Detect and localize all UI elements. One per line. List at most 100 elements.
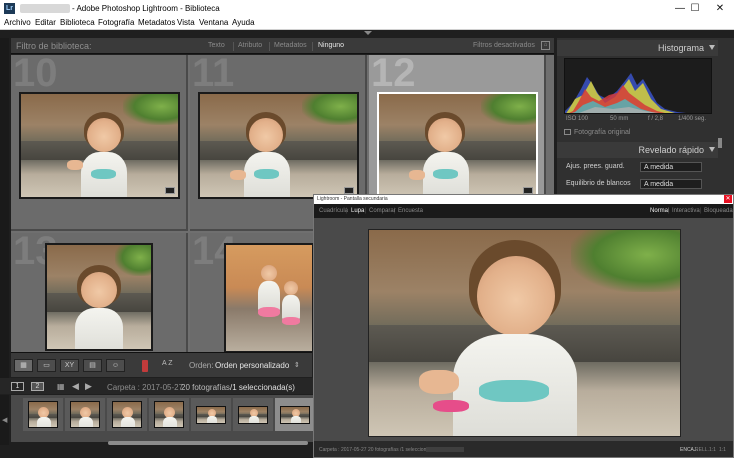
photo-thumbnail[interactable] — [377, 92, 538, 199]
shutter-speed: 1/400 seg. — [678, 116, 707, 122]
quick-develop-title: Revelado rápido — [638, 145, 704, 155]
filmstrip-selected: /1 seleccionada(s) — [230, 383, 295, 392]
mode-interactiva[interactable]: Interactiva — [672, 208, 700, 214]
maximize-button[interactable]: ☐ — [681, 1, 709, 16]
photo-thumbnail[interactable] — [28, 401, 58, 428]
menu-bar: Archivo Editar Biblioteca Fotografía Met… — [0, 17, 734, 30]
library-filter-bar: Filtro de biblioteca: Texto Atributo Met… — [11, 38, 554, 54]
cell-index: 10 — [13, 55, 58, 95]
filter-separator — [312, 42, 313, 51]
checkbox-icon[interactable] — [564, 129, 571, 136]
filter-option-texto[interactable]: Texto — [208, 42, 225, 49]
grid-cell[interactable]: 10 — [11, 55, 188, 231]
loupe-photo[interactable] — [368, 229, 681, 437]
painter-spray-icon[interactable] — [142, 360, 148, 372]
filmstrip — [11, 395, 313, 442]
secondary-title: Lightroom - Pantalla secundaria — [317, 196, 388, 202]
white-balance-dropdown[interactable]: A medida — [640, 179, 702, 189]
main-screen-button[interactable]: 1 — [11, 382, 24, 391]
row-label: Ajus. prees. guard. — [566, 163, 625, 170]
photo-thumbnail[interactable] — [112, 401, 142, 428]
zoom-rell[interactable]: RELL. — [695, 447, 709, 453]
photo-thumbnail[interactable] — [196, 406, 226, 424]
chevron-down-icon[interactable]: ⇕ — [294, 361, 300, 369]
view-encuesta[interactable]: Encuesta — [398, 208, 423, 214]
zoom-1-1[interactable]: 1:1 — [709, 447, 716, 453]
secondary-close-button[interactable]: ✕ — [724, 195, 732, 203]
menu-metadatos[interactable]: Metadatos — [138, 18, 175, 27]
mode-normal[interactable]: Normal — [650, 208, 669, 214]
filmstrip-scrollbar[interactable] — [108, 441, 308, 445]
iso-value: ISO 100 — [566, 116, 589, 122]
histogram-graph — [565, 73, 686, 113]
lock-icon[interactable]: ⌂ — [541, 41, 550, 50]
photo-thumbnail[interactable] — [154, 401, 184, 428]
view-lupa[interactable]: Lupa — [351, 208, 364, 214]
secondary-view-nav: Cuadrícula | Lupa | Comparar | Encuesta … — [314, 204, 733, 218]
view-cuadricula[interactable]: Cuadrícula — [319, 208, 348, 214]
right-panel-scrollbar[interactable] — [718, 138, 722, 148]
original-photo-toggle[interactable]: Fotografía original — [564, 129, 630, 136]
people-view-icon[interactable]: ☺ — [106, 359, 125, 372]
sort-dropdown[interactable]: Orden personalizado — [215, 361, 289, 370]
zoom-custom[interactable]: 1:1 — [719, 447, 726, 453]
filmstrip-thumb[interactable] — [233, 398, 273, 431]
filter-option-metadatos[interactable]: Metadatos — [274, 42, 307, 49]
back-arrow-icon[interactable]: ◀ — [72, 381, 79, 392]
filmstrip-thumb[interactable] — [191, 398, 231, 431]
menu-fotografia[interactable]: Fotografía — [98, 18, 134, 27]
filter-status[interactable]: Filtros desactivados — [473, 42, 535, 49]
grid-cell[interactable]: 13 — [11, 229, 188, 352]
top-panel-toggle-icon[interactable] — [364, 31, 372, 35]
quick-develop-preset-row: Ajus. prees. guard. A medida — [562, 161, 714, 173]
secondary-screen-button[interactable]: 2 — [31, 382, 44, 391]
chevron-left-icon[interactable]: ◀ — [2, 416, 7, 424]
histogram-header[interactable]: Histograma — [557, 40, 718, 56]
photo-thumbnail[interactable] — [19, 92, 180, 199]
survey-view-icon[interactable]: ▤ — [83, 359, 102, 372]
histogram — [564, 58, 712, 114]
badge-icon — [523, 187, 533, 194]
photo-thumbnail[interactable] — [45, 243, 153, 351]
forward-arrow-icon[interactable]: ▶ — [85, 381, 92, 392]
menu-vista[interactable]: Vista — [177, 18, 195, 27]
filmstrip-thumb[interactable] — [149, 398, 189, 431]
status-folder: Carpeta : 2017-05-27 — [319, 447, 367, 453]
histogram-title: Histograma — [657, 43, 704, 53]
photo-thumbnail[interactable] — [198, 92, 359, 199]
collapse-icon[interactable] — [709, 147, 715, 152]
menu-editar[interactable]: Editar — [35, 18, 56, 27]
filmstrip-thumb-selected[interactable] — [275, 398, 313, 431]
grid-view-icon[interactable]: ▦ — [14, 359, 33, 372]
photo-thumbnail[interactable] — [224, 243, 314, 352]
view-comparar[interactable]: Comparar — [369, 208, 396, 214]
menu-ventana[interactable]: Ventana — [199, 18, 228, 27]
menu-ayuda[interactable]: Ayuda — [232, 18, 255, 27]
photo-thumbnail[interactable] — [238, 406, 268, 424]
nav-separator: | — [700, 208, 702, 214]
photo-thumbnail[interactable] — [280, 406, 310, 424]
filmstrip-thumb[interactable] — [23, 398, 63, 431]
compare-view-button[interactable]: XY — [60, 359, 79, 372]
menu-archivo[interactable]: Archivo — [4, 18, 31, 27]
filter-option-ninguno[interactable]: Ninguno — [318, 42, 344, 49]
collapse-icon[interactable] — [709, 45, 715, 50]
row-label: Equilibrio de blancos — [566, 180, 631, 187]
cell-index: 12 — [371, 55, 416, 95]
menu-biblioteca[interactable]: Biblioteca — [60, 18, 95, 27]
preset-dropdown[interactable]: A medida — [640, 162, 702, 172]
loupe-view-icon[interactable]: ▭ — [37, 359, 56, 372]
filmstrip-thumb[interactable] — [65, 398, 105, 431]
secondary-display-window: Lightroom - Pantalla secundaria ✕ Cuadrí… — [313, 194, 734, 458]
grid-mode-icon[interactable]: ▦ — [57, 382, 65, 391]
photo-thumbnail[interactable] — [70, 401, 100, 428]
left-panel-collapsed[interactable] — [0, 38, 9, 378]
filter-option-atributo[interactable]: Atributo — [238, 42, 262, 49]
filmstrip-thumb[interactable] — [107, 398, 147, 431]
quick-develop-header[interactable]: Revelado rápido — [557, 142, 718, 158]
sort-direction-button[interactable]: A Z — [162, 360, 173, 367]
mode-bloqueada[interactable]: Bloqueada — [704, 208, 733, 214]
quick-develop-wb-row: Equilibrio de blancos A medida — [562, 178, 714, 190]
close-button[interactable]: ✕ — [706, 1, 734, 16]
filmstrip-folder[interactable]: Carpeta : 2017-05-27 — [107, 383, 183, 392]
